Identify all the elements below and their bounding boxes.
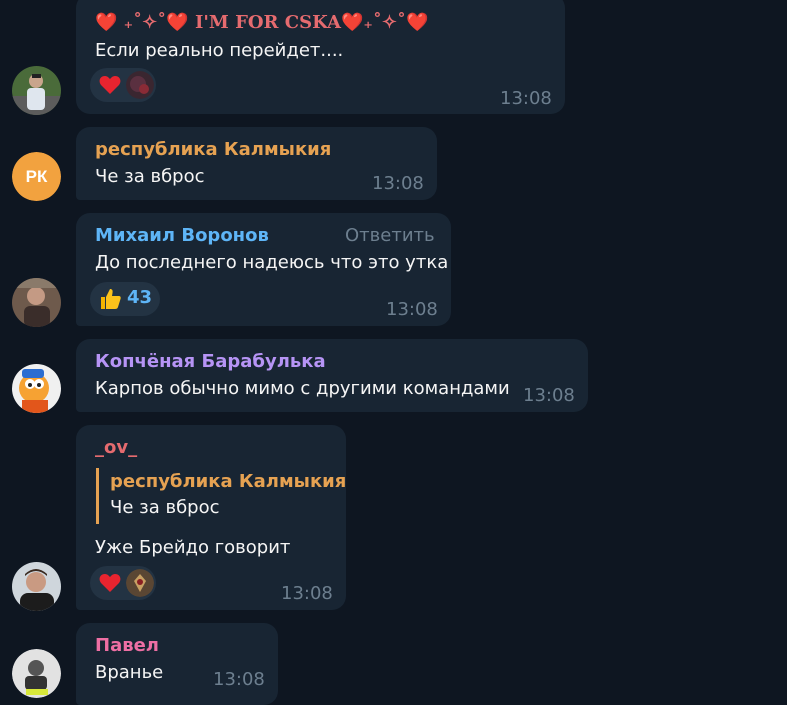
message-bubble[interactable]: республика Калмыкия Че за вброс 13:08 — [76, 127, 437, 200]
sender-name[interactable]: Михаил Воронов — [95, 225, 269, 246]
avatar[interactable] — [12, 66, 61, 115]
thumbs-up-icon — [98, 287, 122, 315]
avatar[interactable] — [12, 562, 61, 611]
sender-name[interactable]: ❤️ ₊˚✧˚❤️ I'M FOR CSKA❤️₊˚✧˚❤️ — [95, 12, 428, 33]
message-bubble[interactable]: Павел Вранье 13:08 — [76, 623, 278, 705]
reactor-avatar — [126, 71, 154, 99]
message-bubble[interactable]: Михаил Воронов Ответить До последнего на… — [76, 213, 451, 326]
red-heart-icon — [99, 75, 121, 99]
sender-name[interactable]: республика Калмыкия — [95, 139, 331, 160]
message-time: 13:08 — [281, 583, 333, 604]
message-time: 13:08 — [500, 88, 552, 109]
avatar-initials: РК — [25, 166, 48, 186]
avatar[interactable] — [12, 649, 61, 698]
sender-name[interactable]: _ov_ — [95, 437, 137, 458]
message-time: 13:08 — [372, 173, 424, 194]
avatar[interactable] — [12, 364, 61, 413]
reply-quote[interactable]: республика Калмыкия Че за вброс — [96, 468, 346, 524]
message-text: Карпов обычно мимо с другими командами — [95, 378, 510, 399]
message-time: 13:08 — [213, 669, 265, 690]
sender-name[interactable]: Копчёная Барабулька — [95, 351, 326, 372]
reaction-chip[interactable] — [90, 566, 156, 600]
avatar[interactable] — [12, 278, 61, 327]
reaction-count: 43 — [127, 287, 153, 308]
message-time: 13:08 — [523, 385, 575, 406]
message-text: Уже Брейдо говорит — [95, 537, 291, 558]
quote-sender: республика Калмыкия — [110, 471, 347, 492]
message-text: Че за вброс — [95, 166, 205, 187]
red-heart-icon — [99, 573, 121, 597]
message-text: Вранье — [95, 662, 164, 683]
message-text: До последнего надеюсь что это утка — [95, 252, 449, 273]
message-bubble[interactable]: Копчёная Барабулька Карпов обычно мимо с… — [76, 339, 588, 412]
reactor-avatar — [126, 569, 154, 597]
message-text: Если реально перейдет.... — [95, 40, 344, 61]
message-time: 13:08 — [386, 299, 438, 320]
sender-name[interactable]: Павел — [95, 635, 159, 656]
quote-text: Че за вброс — [110, 497, 220, 518]
reaction-chip[interactable]: 43 — [90, 282, 160, 316]
reply-button[interactable]: Ответить — [345, 225, 435, 246]
message-bubble[interactable]: ❤️ ₊˚✧˚❤️ I'M FOR CSKA❤️₊˚✧˚❤️ Если реал… — [76, 0, 565, 114]
avatar[interactable]: РК — [12, 152, 61, 201]
reaction-chip[interactable] — [90, 68, 156, 102]
